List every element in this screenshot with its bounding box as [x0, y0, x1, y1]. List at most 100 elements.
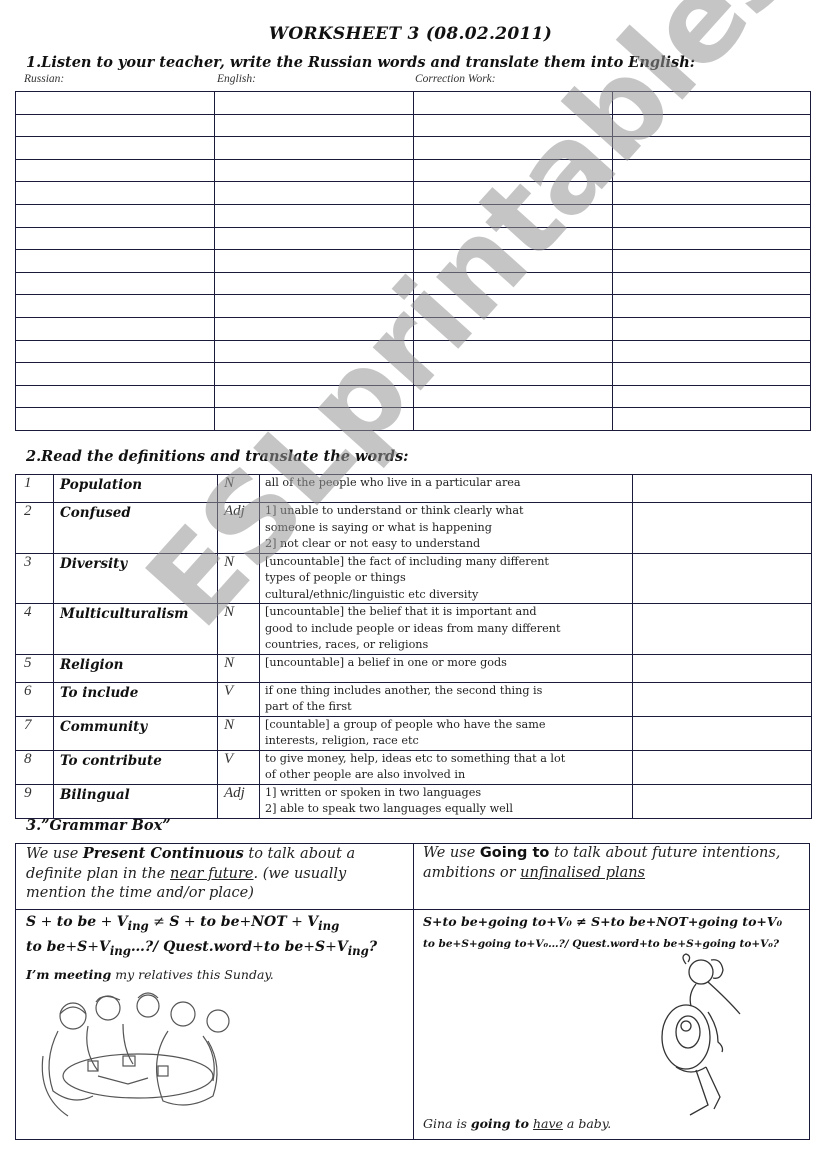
vocabulary-word: Diversity — [53, 552, 218, 604]
vocabulary-cell[interactable] — [213, 294, 414, 318]
vocabulary-cell[interactable] — [15, 407, 215, 431]
vocabulary-cell[interactable] — [15, 158, 215, 183]
vocabulary-cell[interactable] — [611, 136, 812, 160]
vocabulary-cell[interactable] — [213, 203, 414, 228]
formula-part: I’m meeting — [26, 967, 112, 982]
vocabulary-cell[interactable] — [213, 271, 414, 296]
grammar-box: We use Present Continuous to talk about … — [15, 843, 810, 1140]
vocabulary-cell[interactable] — [611, 91, 812, 115]
vocabulary-cell[interactable] — [412, 384, 613, 409]
vocabulary-cell[interactable] — [15, 249, 215, 273]
vocabulary-row — [15, 316, 812, 341]
formula-part: a baby. — [562, 1116, 612, 1131]
translation-cell[interactable] — [632, 603, 812, 655]
vocabulary-cell[interactable] — [213, 249, 414, 273]
vocabulary-cell[interactable] — [15, 316, 215, 341]
definition-text: 1] unable to understand or think clearly… — [259, 502, 633, 554]
translation-cell[interactable] — [632, 749, 812, 785]
vocabulary-cell[interactable] — [15, 271, 215, 296]
translation-cell[interactable] — [632, 715, 812, 751]
vocabulary-cell[interactable] — [15, 203, 215, 228]
vocabulary-cell[interactable] — [15, 384, 215, 409]
section1-heading: 1.Listen to your teacher, write the Russ… — [26, 54, 696, 71]
vocabulary-cell[interactable] — [213, 226, 414, 251]
vocabulary-cell[interactable] — [15, 91, 215, 115]
vocabulary-cell[interactable] — [213, 339, 414, 364]
part-of-speech: V — [217, 681, 260, 717]
row-number: 3 — [15, 552, 54, 604]
vocabulary-cell[interactable] — [15, 113, 215, 138]
vocabulary-cell[interactable] — [213, 158, 414, 183]
vocabulary-cell[interactable] — [412, 316, 613, 341]
vocabulary-cell[interactable] — [412, 407, 613, 431]
vocabulary-cell[interactable] — [213, 181, 414, 205]
translation-cell[interactable] — [632, 653, 812, 683]
vocabulary-cell[interactable] — [15, 362, 215, 386]
vocabulary-cell[interactable] — [611, 362, 812, 386]
vocabulary-cell[interactable] — [412, 203, 613, 228]
vocabulary-cell[interactable] — [611, 181, 812, 205]
column-label-correction: Correction Work: — [415, 73, 496, 85]
vocabulary-cell[interactable] — [412, 158, 613, 183]
vocabulary-cell[interactable] — [611, 113, 812, 138]
vocabulary-cell[interactable] — [611, 407, 812, 431]
vocabulary-cell[interactable] — [412, 91, 613, 115]
vocabulary-cell[interactable] — [213, 407, 414, 431]
section3-heading: 3.”Grammar Box” — [26, 817, 171, 834]
row-number: 6 — [15, 681, 54, 717]
translation-cell[interactable] — [632, 783, 812, 819]
formula-part: going to — [470, 1116, 529, 1131]
vocabulary-cell[interactable] — [412, 226, 613, 251]
vocabulary-cell[interactable] — [412, 362, 613, 386]
vocabulary-cell[interactable] — [213, 316, 414, 341]
tense-name: Present Continuous — [82, 845, 244, 862]
vocabulary-cell[interactable] — [15, 339, 215, 364]
translation-cell[interactable] — [632, 681, 812, 717]
formula-part: have — [532, 1116, 563, 1131]
vocabulary-cell[interactable] — [611, 226, 812, 251]
vocabulary-cell[interactable] — [412, 249, 613, 273]
vocabulary-cell[interactable] — [611, 271, 812, 296]
vocabulary-cell[interactable] — [213, 362, 414, 386]
formula-part: to be — [56, 914, 97, 930]
underlined-phrase: unfinalised plans — [520, 864, 646, 881]
vocabulary-cell[interactable] — [412, 271, 613, 296]
vocabulary-cell[interactable] — [412, 339, 613, 364]
vocabulary-row — [15, 271, 812, 296]
formula-part: to be — [26, 939, 66, 955]
vocabulary-row — [15, 407, 812, 431]
translation-cell[interactable] — [632, 474, 812, 503]
vocabulary-cell[interactable] — [213, 384, 414, 409]
vocabulary-cell[interactable] — [412, 113, 613, 138]
vocabulary-cell[interactable] — [15, 294, 215, 318]
vocabulary-cell[interactable] — [213, 91, 414, 115]
vocabulary-cell[interactable] — [611, 249, 812, 273]
vocabulary-cell[interactable] — [15, 226, 215, 251]
translation-cell[interactable] — [632, 502, 812, 554]
column-label-russian: Russian: — [24, 73, 65, 85]
formula-part: + — [65, 939, 78, 955]
formula-part: V — [336, 939, 348, 955]
vocabulary-cell[interactable] — [611, 339, 812, 364]
vocabulary-cell[interactable] — [611, 294, 812, 318]
column-label-english: English: — [217, 73, 256, 85]
translation-cell[interactable] — [632, 552, 812, 604]
vocabulary-cell[interactable] — [213, 136, 414, 160]
vocabulary-cell[interactable] — [412, 294, 613, 318]
vocabulary-cell[interactable] — [611, 316, 812, 341]
vocabulary-cell[interactable] — [412, 181, 613, 205]
vocabulary-cell[interactable] — [611, 203, 812, 228]
family-dinner-illustration — [41, 992, 230, 1117]
vocabulary-cell[interactable] — [15, 181, 215, 205]
formula-part: S — [315, 939, 326, 955]
vocabulary-cell[interactable] — [213, 113, 414, 138]
vocabulary-cell[interactable] — [611, 384, 812, 409]
part-of-speech: Adj — [217, 502, 260, 554]
vocabulary-cell[interactable] — [412, 136, 613, 160]
definition-row: 7 Community N [countable] a group of peopl… — [15, 715, 812, 751]
vocabulary-cell[interactable] — [611, 158, 812, 183]
vocabulary-cell[interactable] — [15, 136, 215, 160]
definition-row: 9 Bilingual Adj 1] written or spoken in tw… — [15, 783, 812, 819]
part-of-speech: N — [217, 552, 260, 604]
formula-part: ing — [347, 943, 369, 958]
